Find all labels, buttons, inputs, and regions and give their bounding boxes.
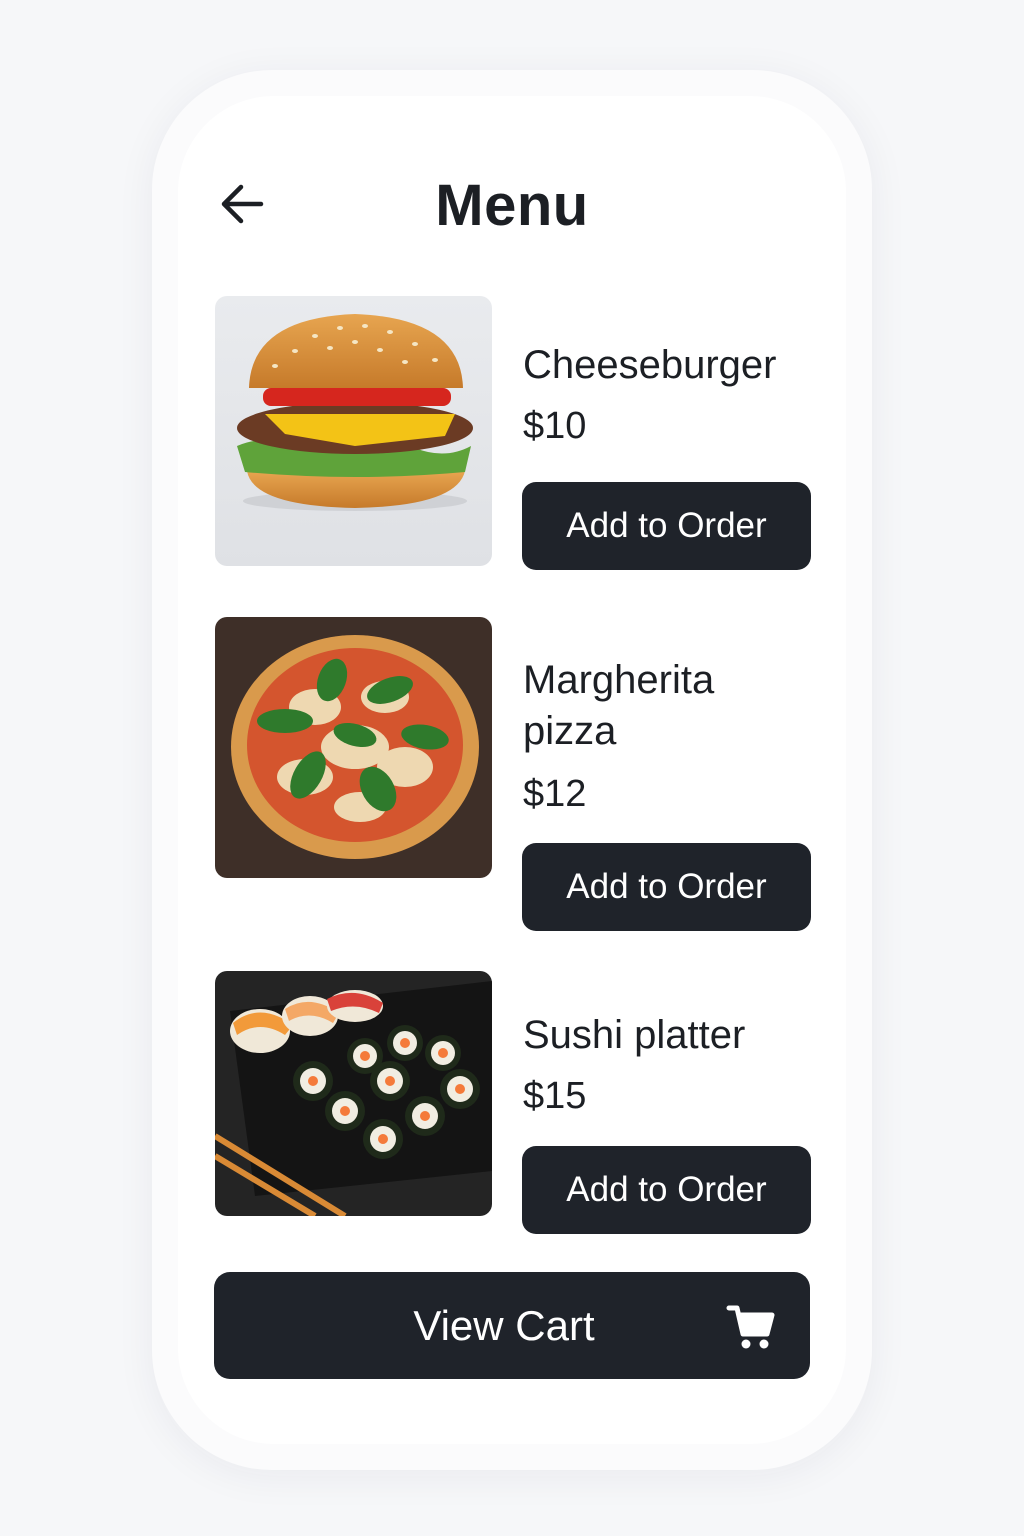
add-to-order-button[interactable]: Add to Order xyxy=(522,1146,811,1234)
add-to-order-button[interactable]: Add to Order xyxy=(522,482,811,570)
item-price: $12 xyxy=(523,773,587,815)
item-name: Cheeseburger xyxy=(523,343,777,387)
shopping-cart-icon xyxy=(726,1302,776,1350)
item-price: $10 xyxy=(523,405,587,447)
item-name: Margherita pizza xyxy=(523,658,715,753)
page-title: Menu xyxy=(435,173,589,238)
cheeseburger-photo xyxy=(215,296,492,566)
sushi-platter-photo xyxy=(215,971,492,1216)
margherita-pizza-photo xyxy=(215,617,492,878)
item-price: $15 xyxy=(523,1075,587,1117)
view-cart-label: View Cart xyxy=(413,1301,595,1349)
view-cart-button[interactable]: View Cart xyxy=(214,1272,810,1379)
item-name: Sushi platter xyxy=(523,1013,746,1057)
add-to-order-button[interactable]: Add to Order xyxy=(522,843,811,931)
